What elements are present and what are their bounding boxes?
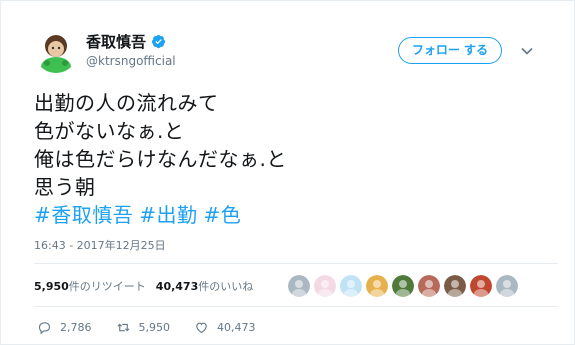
display-name-row: 香取慎吾 xyxy=(86,31,176,51)
divider xyxy=(34,263,558,264)
heart-icon xyxy=(196,322,207,334)
character-avatar-icon[interactable] xyxy=(365,274,389,298)
hashtag-link[interactable]: #色 xyxy=(204,203,242,227)
tweet-actions: 2,786 5,950 40,473 xyxy=(37,320,280,335)
tweet-timestamp[interactable]: 16:43 - 2017年12月25日 xyxy=(34,237,166,253)
like-stat-count: 40,473 xyxy=(155,280,199,293)
user-names: 香取慎吾 @ktrsngofficial xyxy=(86,31,176,69)
retweet-stat-count: 5,950 xyxy=(34,280,69,293)
tweet-card: 香取慎吾 @ktrsngofficial フォロー する 出勤の人の流れみて 色… xyxy=(0,0,575,345)
avatar-image-icon xyxy=(34,29,78,73)
chevron-down-icon[interactable] xyxy=(520,44,534,58)
reply-count: 2,786 xyxy=(60,321,92,334)
retweet-count: 5,950 xyxy=(138,321,171,334)
hashtag-link[interactable]: #香取慎吾 xyxy=(34,203,133,227)
default-avatar-icon[interactable] xyxy=(495,274,519,298)
display-name[interactable]: 香取慎吾 xyxy=(86,31,146,52)
engagement-stats: 5,950件のリツイート 40,473件のいいね xyxy=(34,278,253,294)
user-handle[interactable]: @ktrsngofficial xyxy=(86,54,176,68)
like-stat-label: 件のいいね xyxy=(198,280,254,293)
retweet-stat-label: 件のリツイート xyxy=(68,280,146,293)
retweet-stat[interactable]: 5,950件のリツイート xyxy=(34,278,146,294)
reply-icon xyxy=(38,322,51,335)
avatar[interactable] xyxy=(34,29,78,73)
green-avatar-icon[interactable] xyxy=(391,274,415,298)
egg-avatar-icon[interactable] xyxy=(339,274,363,298)
retweet-button[interactable]: 5,950 xyxy=(116,320,171,335)
like-button[interactable]: 40,473 xyxy=(194,320,256,335)
tweet-line: 出勤の人の流れみて xyxy=(34,91,219,115)
tweet-line: 俺は色だらけなんだなぁ.と xyxy=(34,147,287,171)
like-stat[interactable]: 40,473件のいいね xyxy=(156,278,253,294)
reply-button[interactable]: 2,786 xyxy=(37,320,92,335)
verified-badge-icon xyxy=(151,34,166,48)
default-avatar-icon[interactable] xyxy=(287,274,311,298)
hashtag-row: #香取慎吾 #出勤 #色 xyxy=(34,201,554,229)
follow-button[interactable]: フォロー する xyxy=(397,37,502,64)
tweet-text: 出勤の人の流れみて 色がないなぁ.と 俺は色だらけなんだなぁ.と 思う朝 #香取… xyxy=(34,89,554,229)
red-avatar-icon[interactable] xyxy=(469,274,493,298)
tweet-header: 香取慎吾 @ktrsngofficial フォロー する xyxy=(34,29,558,77)
tweet-line: 色がないなぁ.と xyxy=(34,119,185,143)
like-count: 40,473 xyxy=(217,321,256,334)
photo-avatar-icon[interactable] xyxy=(417,274,441,298)
hashtag-link[interactable]: #出勤 xyxy=(139,203,197,227)
flower-avatar-icon[interactable] xyxy=(313,274,337,298)
divider xyxy=(34,306,558,307)
tweet-line: 思う朝 xyxy=(34,175,96,199)
retweet-icon xyxy=(116,323,130,332)
liker-avatars xyxy=(287,274,519,298)
person-avatar-icon[interactable] xyxy=(443,274,467,298)
